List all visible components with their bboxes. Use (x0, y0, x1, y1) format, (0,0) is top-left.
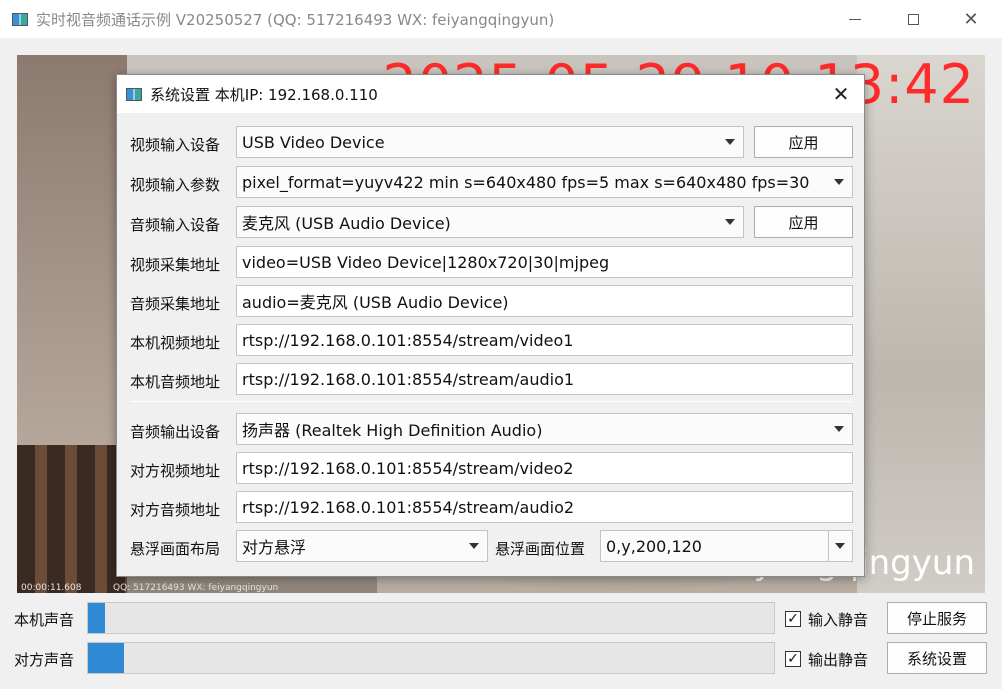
app-icon (12, 12, 28, 26)
video-input-device-select[interactable]: USB Video Device (236, 126, 744, 158)
window-titlebar: 实时视音频通话示例 V20250527 (QQ: 517216493 WX: f… (0, 0, 1002, 38)
divider (130, 401, 852, 402)
maximize-button[interactable] (884, 0, 942, 38)
video-input-device-label: 视频输入设备 (130, 136, 221, 154)
audio-output-device-label: 音频输出设备 (130, 423, 221, 441)
remote-sound-level (88, 643, 124, 673)
video-input-params-value: pixel_format=yuyv422 min s=640x480 fps=5… (242, 172, 810, 192)
remote-audio-url-field[interactable]: rtsp://192.168.0.101:8554/stream/audio2 (236, 491, 853, 523)
dialog-close-button[interactable]: ✕ (818, 75, 864, 113)
video-input-device-value: USB Video Device (242, 132, 385, 152)
local-audio-url-label: 本机音频地址 (130, 373, 221, 391)
close-button[interactable]: ✕ (942, 0, 1000, 38)
local-video-url-field[interactable]: rtsp://192.168.0.101:8554/stream/video1 (236, 324, 853, 356)
chevron-down-icon (725, 219, 735, 225)
audio-output-device-value: 扬声器 (Realtek High Definition Audio) (242, 421, 543, 440)
video-input-params-label: 视频输入参数 (130, 176, 221, 194)
audio-input-device-select[interactable]: 麦克风 (USB Audio Device) (236, 206, 744, 238)
video-background (17, 55, 127, 455)
float-position-value: 0,y,200,120 (606, 536, 702, 556)
float-layout-select[interactable]: 对方悬浮 (236, 530, 488, 562)
pip-video[interactable]: 00:00:11.608 (17, 445, 127, 593)
chevron-down-icon (834, 426, 844, 432)
remote-video-url-field[interactable]: rtsp://192.168.0.101:8554/stream/video2 (236, 452, 853, 484)
app-icon (126, 87, 142, 101)
close-icon: ✕ (963, 8, 979, 30)
video-capture-url-label: 视频采集地址 (130, 256, 221, 274)
chevron-down-icon (725, 139, 735, 145)
minimize-icon (849, 18, 861, 20)
apply-audio-device-button[interactable]: 应用 (754, 206, 853, 238)
local-video-url-label: 本机视频地址 (130, 334, 221, 352)
local-audio-url-field[interactable]: rtsp://192.168.0.101:8554/stream/audio1 (236, 363, 853, 395)
remote-sound-meter (87, 642, 775, 674)
video-input-params-select[interactable]: pixel_format=yuyv422 min s=640x480 fps=5… (236, 166, 853, 198)
audio-output-device-select[interactable]: 扬声器 (Realtek High Definition Audio) (236, 413, 853, 445)
input-mute-label[interactable]: 输入静音 (808, 609, 868, 630)
minimize-button[interactable] (826, 0, 884, 38)
audio-capture-url-label: 音频采集地址 (130, 295, 221, 313)
dialog-title: 系统设置 本机IP: 192.168.0.110 (150, 85, 378, 104)
audio-input-device-value: 麦克风 (USB Audio Device) (242, 214, 451, 233)
stop-service-button[interactable]: 停止服务 (887, 602, 987, 634)
maximize-icon (907, 13, 919, 25)
float-layout-label: 悬浮画面布局 (130, 540, 221, 558)
local-sound-meter (87, 602, 775, 634)
input-mute-checkbox[interactable]: ✓ (785, 611, 801, 627)
system-settings-button[interactable]: 系统设置 (887, 642, 987, 674)
remote-sound-label: 对方声音 (14, 651, 75, 669)
window-title: 实时视音频通话示例 V20250527 (QQ: 517216493 WX: f… (36, 10, 555, 29)
float-position-label: 悬浮画面位置 (495, 540, 586, 558)
remote-audio-url-label: 对方音频地址 (130, 501, 221, 519)
video-background (857, 55, 985, 593)
close-icon: ✕ (832, 82, 850, 106)
dialog-titlebar: 系统设置 本机IP: 192.168.0.110 ✕ (117, 75, 864, 113)
float-layout-value: 对方悬浮 (242, 538, 307, 557)
system-settings-dialog: 系统设置 本机IP: 192.168.0.110 ✕ 视频输入设备 USB Vi… (116, 74, 865, 577)
chevron-down-icon (835, 543, 845, 549)
audio-input-device-label: 音频输入设备 (130, 216, 221, 234)
output-mute-checkbox[interactable]: ✓ (785, 651, 801, 667)
audio-capture-url-field[interactable]: audio=麦克风 (USB Audio Device) (236, 285, 853, 317)
dropdown-button[interactable] (828, 531, 852, 561)
output-mute-label[interactable]: 输出静音 (808, 649, 868, 670)
float-position-select[interactable]: 0,y,200,120 (600, 530, 853, 562)
pip-overlay-text: QQ: 517216493 WX: feiyangqingyun (113, 583, 279, 593)
pip-timestamp: 00:00:11.608 (21, 583, 82, 593)
chevron-down-icon (834, 179, 844, 185)
video-capture-url-field[interactable]: video=USB Video Device|1280x720|30|mjpeg (236, 246, 853, 278)
chevron-down-icon (469, 543, 479, 549)
local-sound-level (88, 603, 106, 633)
local-sound-label: 本机声音 (14, 611, 75, 629)
remote-video-url-label: 对方视频地址 (130, 462, 221, 480)
apply-video-device-button[interactable]: 应用 (754, 126, 853, 158)
